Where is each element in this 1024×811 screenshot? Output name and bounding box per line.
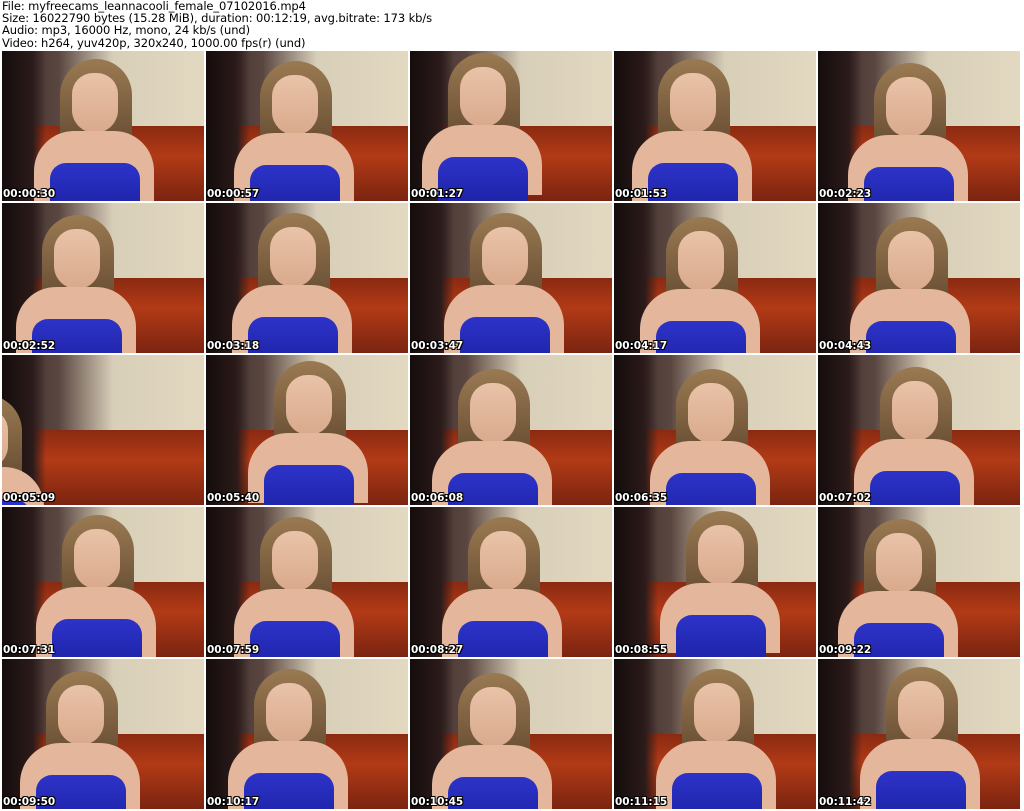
thumbnail-timestamp: 00:10:17 [207,796,260,808]
video-thumbnail: 00:02:52 [2,203,204,353]
thumbnail-timestamp: 00:03:47 [411,340,464,352]
face-shape [482,227,528,287]
face-shape [54,229,100,289]
thumbnail-timestamp: 00:02:23 [819,188,872,200]
thumbnail-timestamp: 00:05:09 [3,492,56,504]
face-shape [888,231,934,291]
video-thumbnail: 00:11:42 [818,659,1020,809]
thumbnail-timestamp: 00:09:50 [3,796,56,808]
thumbnail-timestamp: 00:00:30 [3,188,56,200]
blue-top-shape [50,163,140,201]
video-thumbnail: 00:04:17 [614,203,816,353]
thumbnail-timestamp: 00:11:42 [819,796,872,808]
video-thumbnail: 00:00:30 [2,51,204,201]
thumbnail-timestamp: 00:05:40 [207,492,260,504]
video-thumbnail: 00:03:18 [206,203,408,353]
thumbnail-grid: 00:00:30 00:00:57 00:01:27 00:01:53 00:02:23… [2,51,1024,811]
dark-corner [818,659,863,809]
audio-info-line: Audio: mp3, 16000 Hz, mono, 24 kb/s (und… [2,23,250,38]
thumbnail-timestamp: 00:06:08 [411,492,464,504]
video-thumbnail: 00:02:23 [818,51,1020,201]
video-thumbnail: 00:10:45 [410,659,612,809]
video-thumbnail: 00:07:59 [206,507,408,657]
blue-top-shape [672,773,762,809]
face-shape [74,529,120,589]
blue-top-shape [676,615,766,657]
face-shape [460,67,506,127]
blue-top-shape [876,771,966,809]
face-shape [670,73,716,133]
video-thumbnail: 00:09:22 [818,507,1020,657]
face-shape [678,231,724,291]
thumbnail-timestamp: 00:01:53 [615,188,668,200]
face-shape [886,77,932,137]
video-thumbnail: 00:06:08 [410,355,612,505]
video-thumbnail: 00:03:47 [410,203,612,353]
blue-top-shape [250,165,340,201]
video-thumbnail: 00:08:27 [410,507,612,657]
thumbnail-timestamp: 00:11:15 [615,796,668,808]
video-thumbnail: 00:07:02 [818,355,1020,505]
blue-top-shape [248,317,338,353]
face-shape [876,533,922,593]
video-thumbnail: 00:06:35 [614,355,816,505]
video-thumbnail: 00:09:50 [2,659,204,809]
dark-corner [614,659,659,809]
face-shape [698,525,744,585]
thumbnail-timestamp: 00:07:59 [207,644,260,656]
face-shape [892,381,938,441]
blue-top-shape [264,465,354,505]
face-shape [272,531,318,591]
thumbnail-timestamp: 00:10:45 [411,796,464,808]
face-shape [480,531,526,591]
face-shape [688,383,734,443]
video-info-line: Video: h264, yuv420p, 320x240, 1000.00 f… [2,35,306,50]
blue-top-shape [460,317,550,353]
video-thumbnail: 00:07:31 [2,507,204,657]
thumbnail-timestamp: 00:07:02 [819,492,872,504]
video-thumbnail: 00:05:09 [2,355,204,505]
blue-top-shape [250,621,340,657]
thumbnail-timestamp: 00:08:27 [411,644,464,656]
video-thumbnail: 00:01:27 [410,51,612,201]
face-shape [272,75,318,135]
video-thumbnail: 00:01:53 [614,51,816,201]
face-shape [270,227,316,287]
face-shape [286,375,332,435]
thumbnail-timestamp: 00:06:35 [615,492,668,504]
face-shape [694,683,740,743]
file-info-header: File: myfreecams_leannacooli_female_0710… [2,0,1022,50]
thumbnail-timestamp: 00:04:43 [819,340,872,352]
blue-top-shape [866,321,956,353]
thumbnail-timestamp: 00:07:31 [3,644,56,656]
dark-corner [206,355,251,505]
thumbnail-timestamp: 00:03:18 [207,340,260,352]
face-shape [266,683,312,743]
thumbnail-timestamp: 00:04:17 [615,340,668,352]
video-thumbnail: 00:10:17 [206,659,408,809]
blue-top-shape [666,473,756,505]
face-shape [470,383,516,443]
face-shape [470,687,516,747]
face-shape [58,685,104,745]
face-shape [72,73,118,133]
thumbnail-timestamp: 00:09:22 [819,644,872,656]
video-thumbnail: 00:08:55 [614,507,816,657]
blue-top-shape [864,167,954,201]
thumbnail-timestamp: 00:00:57 [207,188,260,200]
video-thumbnail: 00:04:43 [818,203,1020,353]
face-shape [898,681,944,741]
video-thumbnail: 00:05:40 [206,355,408,505]
thumbnail-timestamp: 00:02:52 [3,340,56,352]
blue-top-shape [52,619,142,657]
blue-top-shape [458,621,548,657]
video-thumbnail: 00:00:57 [206,51,408,201]
dark-corner [614,507,659,657]
video-thumbnail: 00:11:15 [614,659,816,809]
thumbnail-timestamp: 00:08:55 [615,644,668,656]
blue-top-shape [656,321,746,353]
thumbnail-timestamp: 00:01:27 [411,188,464,200]
blue-top-shape [870,471,960,505]
